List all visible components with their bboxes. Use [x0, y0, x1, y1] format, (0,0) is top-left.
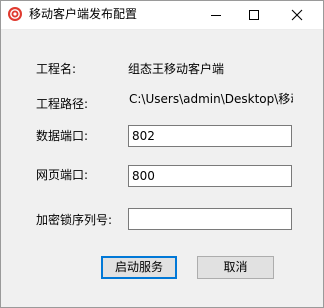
minimize-button[interactable] [199, 1, 233, 29]
project-path-value: C:\Users\admin\Desktop\移动客户端 [129, 92, 293, 106]
maximize-button[interactable] [237, 1, 271, 29]
minimize-icon [211, 15, 221, 16]
data-port-label: 数据端口: [36, 129, 89, 143]
close-icon [291, 9, 303, 21]
cancel-button[interactable]: 取消 [197, 256, 274, 279]
lock-serial-input[interactable] [128, 208, 292, 230]
title-bar[interactable]: 移动客户端发布配置 [1, 1, 323, 30]
project-path-label: 工程路径: [36, 97, 89, 111]
web-port-label: 网页端口: [36, 168, 89, 182]
project-name-value: 组态王移动客户端 [128, 62, 225, 76]
window-title: 移动客户端发布配置 [29, 7, 138, 21]
app-logo-icon [7, 6, 23, 22]
maximize-icon [249, 10, 259, 20]
data-port-input[interactable]: 802 [128, 125, 292, 147]
web-port-input[interactable]: 800 [128, 165, 292, 187]
close-button[interactable] [280, 1, 314, 29]
config-dialog: 移动客户端发布配置 工程名: 组态王移动客户端 工程路径: C:\Users\a… [0, 0, 324, 308]
start-service-button[interactable]: 启动服务 [101, 256, 177, 279]
lock-serial-label: 加密锁序列号: [36, 213, 113, 227]
project-name-label: 工程名: [36, 62, 77, 76]
